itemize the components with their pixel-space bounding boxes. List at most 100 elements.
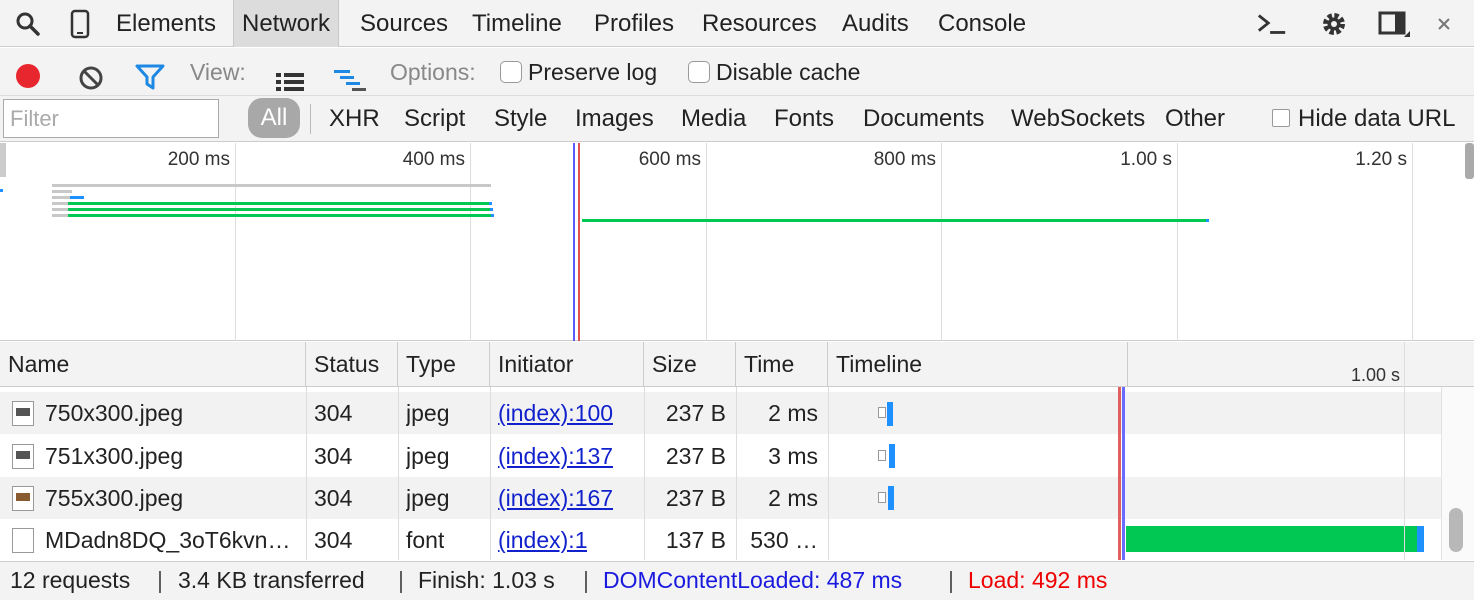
overview-waterfall-icon[interactable] [332,60,368,91]
table-row[interactable]: 755x300.jpeg 304 jpeg (index):167 237 B … [0,477,1441,519]
column-divider [736,387,737,560]
column-header-time[interactable]: Time [736,342,828,387]
overview-tick: 200 ms [167,149,230,170]
record-button[interactable] [14,58,42,88]
tab-console[interactable]: Console [930,0,1034,47]
filter-divider [310,104,311,134]
column-header-name[interactable]: Name [0,342,306,387]
tab-elements[interactable]: Elements [108,0,224,47]
column-header-status[interactable]: Status [306,342,398,387]
column-header-initiator[interactable]: Initiator [490,342,644,387]
hide-data-url-checkbox[interactable]: Hide data URL [1272,96,1455,142]
filter-documents[interactable]: Documents [863,96,991,142]
table-scrollbar-thumb[interactable] [1449,508,1463,552]
overview-gridline [706,143,707,341]
filter-websockets[interactable]: WebSockets [1011,96,1145,142]
filter-funnel-icon[interactable] [135,59,165,90]
load-event-line [1118,387,1121,560]
table-row[interactable]: 750x300.jpeg 304 jpeg (index):100 237 B … [0,392,1441,434]
summary-separator: | [583,567,589,593]
overview-tick: 600 ms [638,149,701,170]
column-header-size[interactable]: Size [644,342,736,387]
console-drawer-icon[interactable] [1256,8,1288,40]
request-name: 755x300.jpeg [45,485,184,511]
tab-timeline[interactable]: Timeline [464,0,570,47]
filter-other[interactable]: Other [1165,96,1225,142]
request-initiator-link[interactable]: (index):1 [498,519,587,561]
preserve-log-checkbox[interactable]: Preserve log [500,48,657,96]
column-divider [644,387,645,560]
hide-data-url-label: Hide data URL [1298,105,1456,132]
column-header-timeline[interactable]: Timeline [828,342,1128,387]
overview-bar [1206,219,1209,222]
tab-sources[interactable]: Sources [352,0,456,47]
overview-bar [68,208,490,211]
inspect-search-icon[interactable] [12,8,44,40]
summary-finish: Finish: 1.03 s [418,567,555,593]
timeline-gridline [1404,387,1405,560]
column-divider [306,387,307,560]
network-toolbar: View: Options: Preserve log Disable cach… [0,48,1474,96]
request-time: 2 ms [768,400,818,426]
request-time: 3 ms [768,443,818,469]
overview-left-handle[interactable] [0,143,6,177]
hide-data-url-box[interactable] [1272,108,1290,127]
request-initiator-link[interactable]: (index):100 [498,392,613,434]
timeline-tick: 1.00 s [1350,365,1400,385]
dock-side-icon[interactable] [1378,8,1410,40]
overview-right-handle[interactable] [1465,143,1474,179]
summary-transferred: 3.4 KB transferred [178,567,365,593]
request-type: jpeg [406,443,450,469]
overview-bar [52,208,68,211]
image-file-icon [12,486,34,511]
summary-separator: | [157,567,163,593]
overview-gridline [941,143,942,341]
overview-bar [52,184,491,187]
settings-gear-icon[interactable] [1318,8,1350,40]
preserve-log-box[interactable] [500,60,522,83]
close-icon[interactable] [1428,8,1460,40]
clear-icon[interactable] [78,59,104,90]
waterfall-stalled [878,450,886,461]
request-size: 237 B [665,485,726,511]
waterfall-stalled [878,492,886,503]
tab-profiles[interactable]: Profiles [586,0,682,47]
filter-xhr[interactable]: XHR [329,96,380,142]
tab-resources[interactable]: Resources [694,0,825,47]
overview-bar [52,202,68,205]
device-mode-icon[interactable] [64,8,96,40]
dom-content-loaded-line [573,143,575,341]
overview-gridline [1412,143,1413,341]
view-label: View: [190,59,246,85]
tab-network[interactable]: Network [233,0,340,47]
filter-all-button[interactable]: All [248,98,300,138]
network-overview[interactable]: 200 ms 400 ms 600 ms 800 ms 1.00 s 1.20 … [0,143,1474,341]
overview-bar [52,214,68,217]
filter-script[interactable]: Script [404,96,465,142]
large-rows-icon[interactable] [276,61,304,91]
filter-fonts[interactable]: Fonts [774,96,834,142]
table-row[interactable]: MDadn8DQ_3oT6kvn… 304 font (index):1 137… [0,519,1441,561]
request-initiator-link[interactable]: (index):167 [498,477,613,519]
overview-bar [52,190,72,193]
waterfall-bar [1417,526,1424,552]
column-divider [828,387,829,560]
filter-images[interactable]: Images [575,96,654,142]
disable-cache-box[interactable] [688,60,710,83]
filter-media[interactable]: Media [681,96,746,142]
column-header-type[interactable]: Type [398,342,490,387]
overview-bar [52,196,70,199]
overview-bar [491,214,494,217]
column-divider [398,387,399,560]
overview-tick: 800 ms [873,149,936,170]
request-status: 304 [314,527,353,553]
waterfall-bar [888,486,894,510]
tab-audits[interactable]: Audits [834,0,917,47]
request-time: 2 ms [768,485,818,511]
filter-input[interactable] [3,99,219,138]
preserve-log-label: Preserve log [528,59,658,85]
disable-cache-checkbox[interactable]: Disable cache [688,48,860,96]
filter-style[interactable]: Style [494,96,547,142]
request-initiator-link[interactable]: (index):137 [498,435,613,477]
table-row[interactable]: 751x300.jpeg 304 jpeg (index):137 237 B … [0,435,1441,477]
